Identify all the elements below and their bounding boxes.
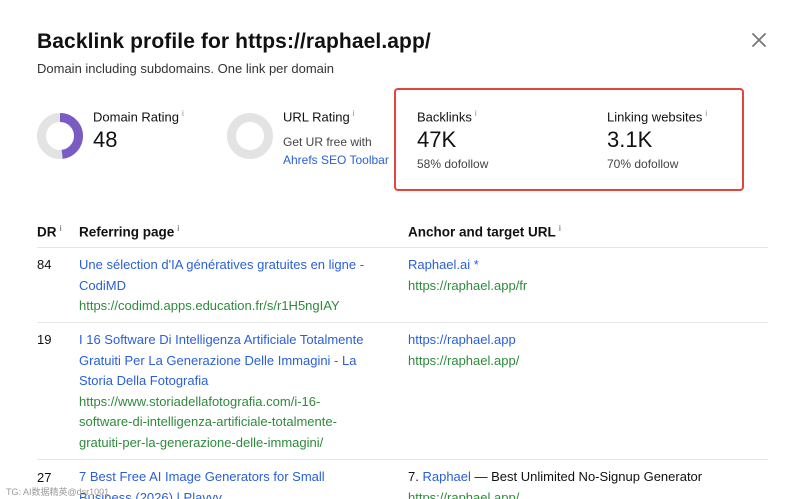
linking-websites-label: Linking websites i [607,109,708,125]
info-icon[interactable]: i [182,109,184,118]
row-divider [37,322,768,323]
anchor-text-link[interactable]: https://raphael.app [408,330,768,351]
backlinks-label: Backlinks i [417,109,477,125]
linking-websites-value[interactable]: 3.1K [607,127,652,153]
domain-rating-value: 48 [93,127,118,152]
table-row-referring: 7 Best Free AI Image Generators for Smal… [79,467,397,499]
info-icon[interactable]: i [705,109,707,118]
column-header-anchor[interactable]: Anchor and target URL i [408,224,561,240]
table-row-anchor: https://raphael.app https://raphael.app/ [408,330,768,371]
info-icon[interactable]: i [559,224,561,233]
ahrefs-toolbar-link[interactable]: Ahrefs SEO Toolbar [283,153,389,167]
table-row-referring: Une sélection d'IA génératives gratuites… [79,255,397,317]
backlink-profile-modal: Backlink profile for https://raphael.app… [0,0,800,499]
modal-title: Backlink profile for https://raphael.app… [37,30,431,53]
column-header-dr[interactable]: DR i [37,224,62,240]
referring-page-link[interactable]: Une sélection d'IA génératives gratuites… [79,255,397,296]
referring-page-url[interactable]: https://codimd.apps.education.fr/s/r1H5n… [79,296,397,317]
table-row-referring: I 16 Software Di Intelligenza Artificial… [79,330,397,453]
target-url-link[interactable]: https://raphael.app/ [408,488,768,499]
info-icon[interactable]: i [60,224,62,233]
row-divider [37,459,768,460]
table-row-anchor: 7. Raphael — Best Unlimited No-Signup Ge… [408,467,768,499]
row-dr-value: 27 [37,470,52,485]
backlinks-dofollow: 58% dofollow [417,157,489,171]
info-icon[interactable]: i [353,109,355,118]
backlinks-value[interactable]: 47K [417,127,456,153]
watermark-text: TG: AI数据精英@dsr1001 [6,487,110,497]
info-icon[interactable]: i [177,224,179,233]
table-row-anchor: Raphael.ai * https://raphael.app/fr [408,255,768,296]
url-rating-promo: Get UR free with Ahrefs SEO Toolbar [283,135,389,167]
modal-subtitle: Domain including subdomains. One link pe… [37,61,334,76]
anchor-text: 7. Raphael — Best Unlimited No-Signup Ge… [408,469,703,484]
domain-rating-donut-icon [37,113,83,159]
anchor-text-link[interactable]: Raphael.ai * [408,255,768,276]
referring-page-url[interactable]: https://www.storiadellafotografia.com/i-… [79,392,397,454]
anchor-text-link[interactable]: Raphael [422,469,470,484]
info-icon[interactable]: i [475,109,477,118]
row-dr-value: 19 [37,332,52,347]
column-header-referring-page[interactable]: Referring page i [79,224,180,240]
referring-page-link[interactable]: I 16 Software Di Intelligenza Artificial… [79,330,397,392]
url-rating-donut-icon [227,113,273,159]
url-rating-label: URL Rating i [283,109,355,125]
header-divider [37,247,768,248]
domain-rating-label: Domain Rating i [93,109,184,125]
target-url-link[interactable]: https://raphael.app/fr [408,276,768,297]
row-dr-value: 84 [37,257,52,272]
linking-websites-dofollow: 70% dofollow [607,157,679,171]
target-url-link[interactable]: https://raphael.app/ [408,351,768,372]
referring-page-link[interactable]: 7 Best Free AI Image Generators for Smal… [79,467,397,499]
close-icon[interactable] [749,30,769,50]
